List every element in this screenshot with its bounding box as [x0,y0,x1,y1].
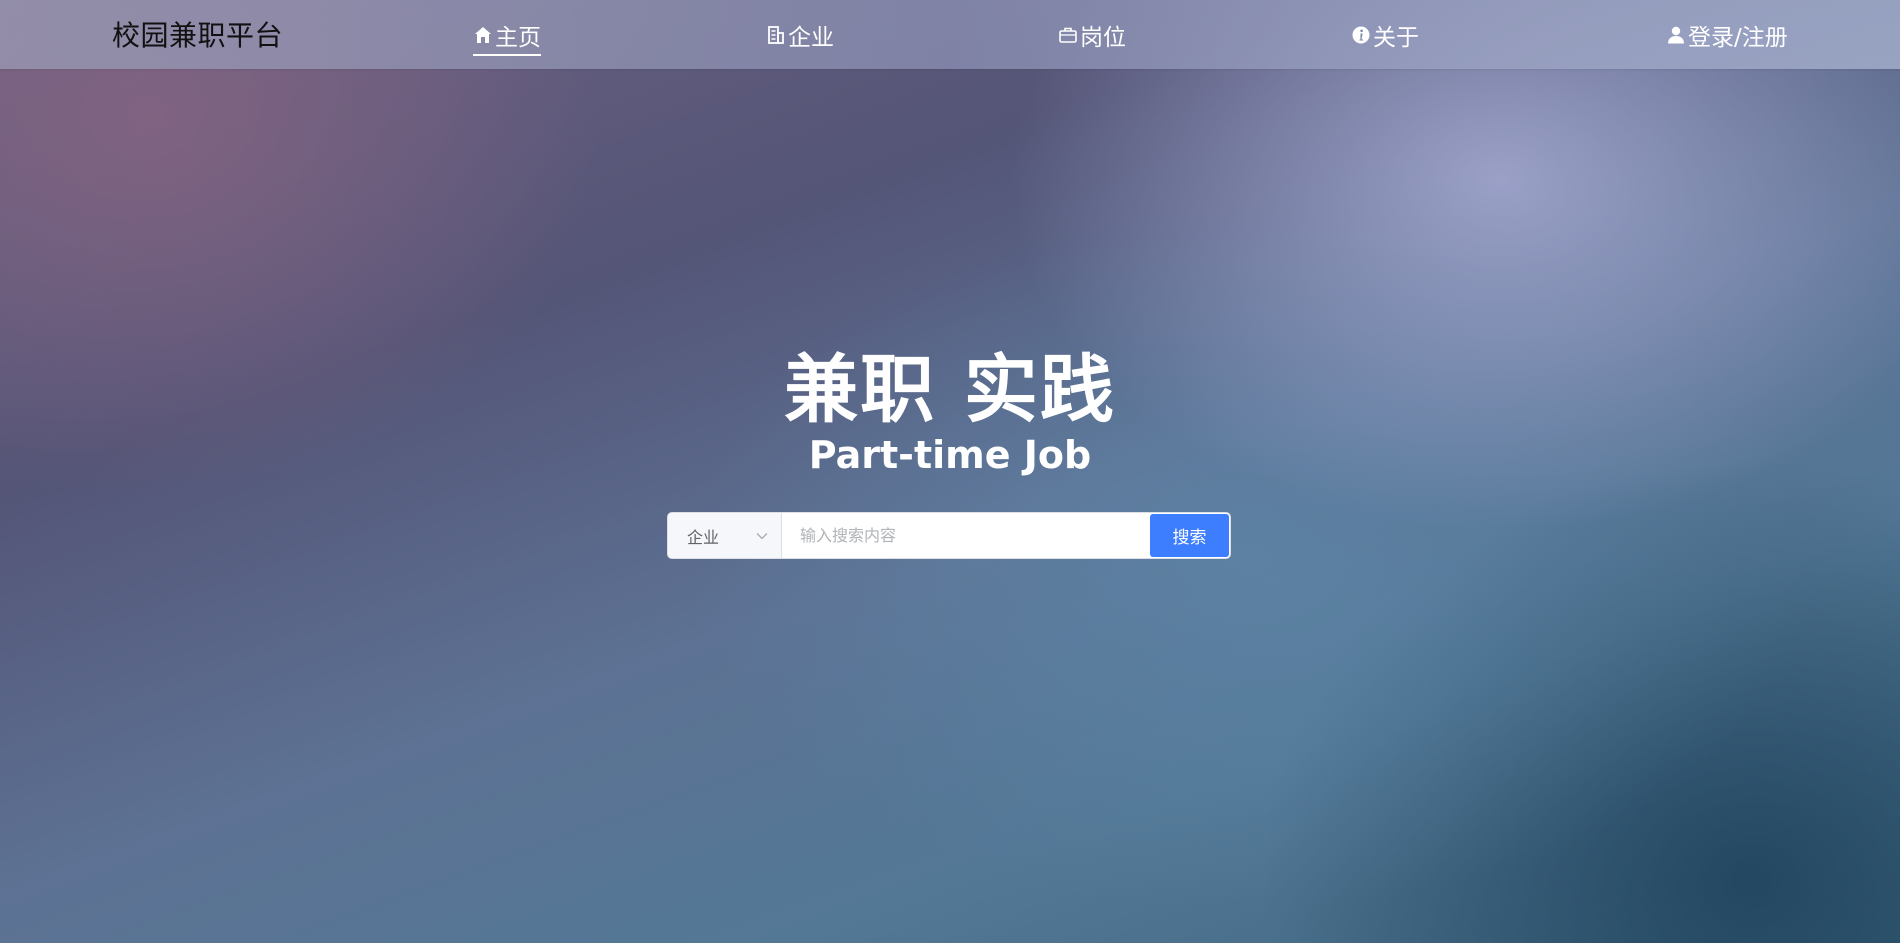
building-icon [768,26,784,44]
search-button[interactable]: 搜索 [1150,514,1229,557]
page: 校园兼职平台 主页 企业 岗位 关于 登录/注册 兼职 实践 Part-time… [0,0,1900,943]
chevron-down-icon [756,532,768,539]
nav-item-label: 企业 [788,25,834,51]
nav-item-home[interactable]: 主页 [473,20,541,56]
search-category-value: 企业 [687,527,720,547]
search-category-select[interactable]: 企业 [668,513,782,558]
hero-title: 兼职 实践 [784,347,1116,433]
nav-item-label: 关于 [1373,25,1419,51]
nav-item-about[interactable]: 关于 [1351,20,1419,51]
briefcase-icon [1059,27,1077,43]
home-icon [475,27,491,43]
navbar: 校园兼职平台 主页 企业 岗位 关于 登录/注册 [0,0,1900,69]
brand-logo[interactable]: 校园兼职平台 [112,14,283,54]
hero-subtitle: Part-time Job [808,433,1092,477]
search-bar: 企业 搜索 [668,513,1230,558]
user-icon [1668,26,1684,44]
search-input[interactable] [782,513,1150,558]
nav-item-jobs[interactable]: 岗位 [1058,20,1126,51]
nav-item-login[interactable]: 登录/注册 [1666,20,1788,51]
nav-item-label: 登录/注册 [1688,25,1788,51]
nav-item-label: 岗位 [1080,25,1126,51]
info-icon [1352,26,1370,44]
nav-item-company[interactable]: 企业 [766,20,834,51]
nav-item-label: 主页 [495,25,541,51]
